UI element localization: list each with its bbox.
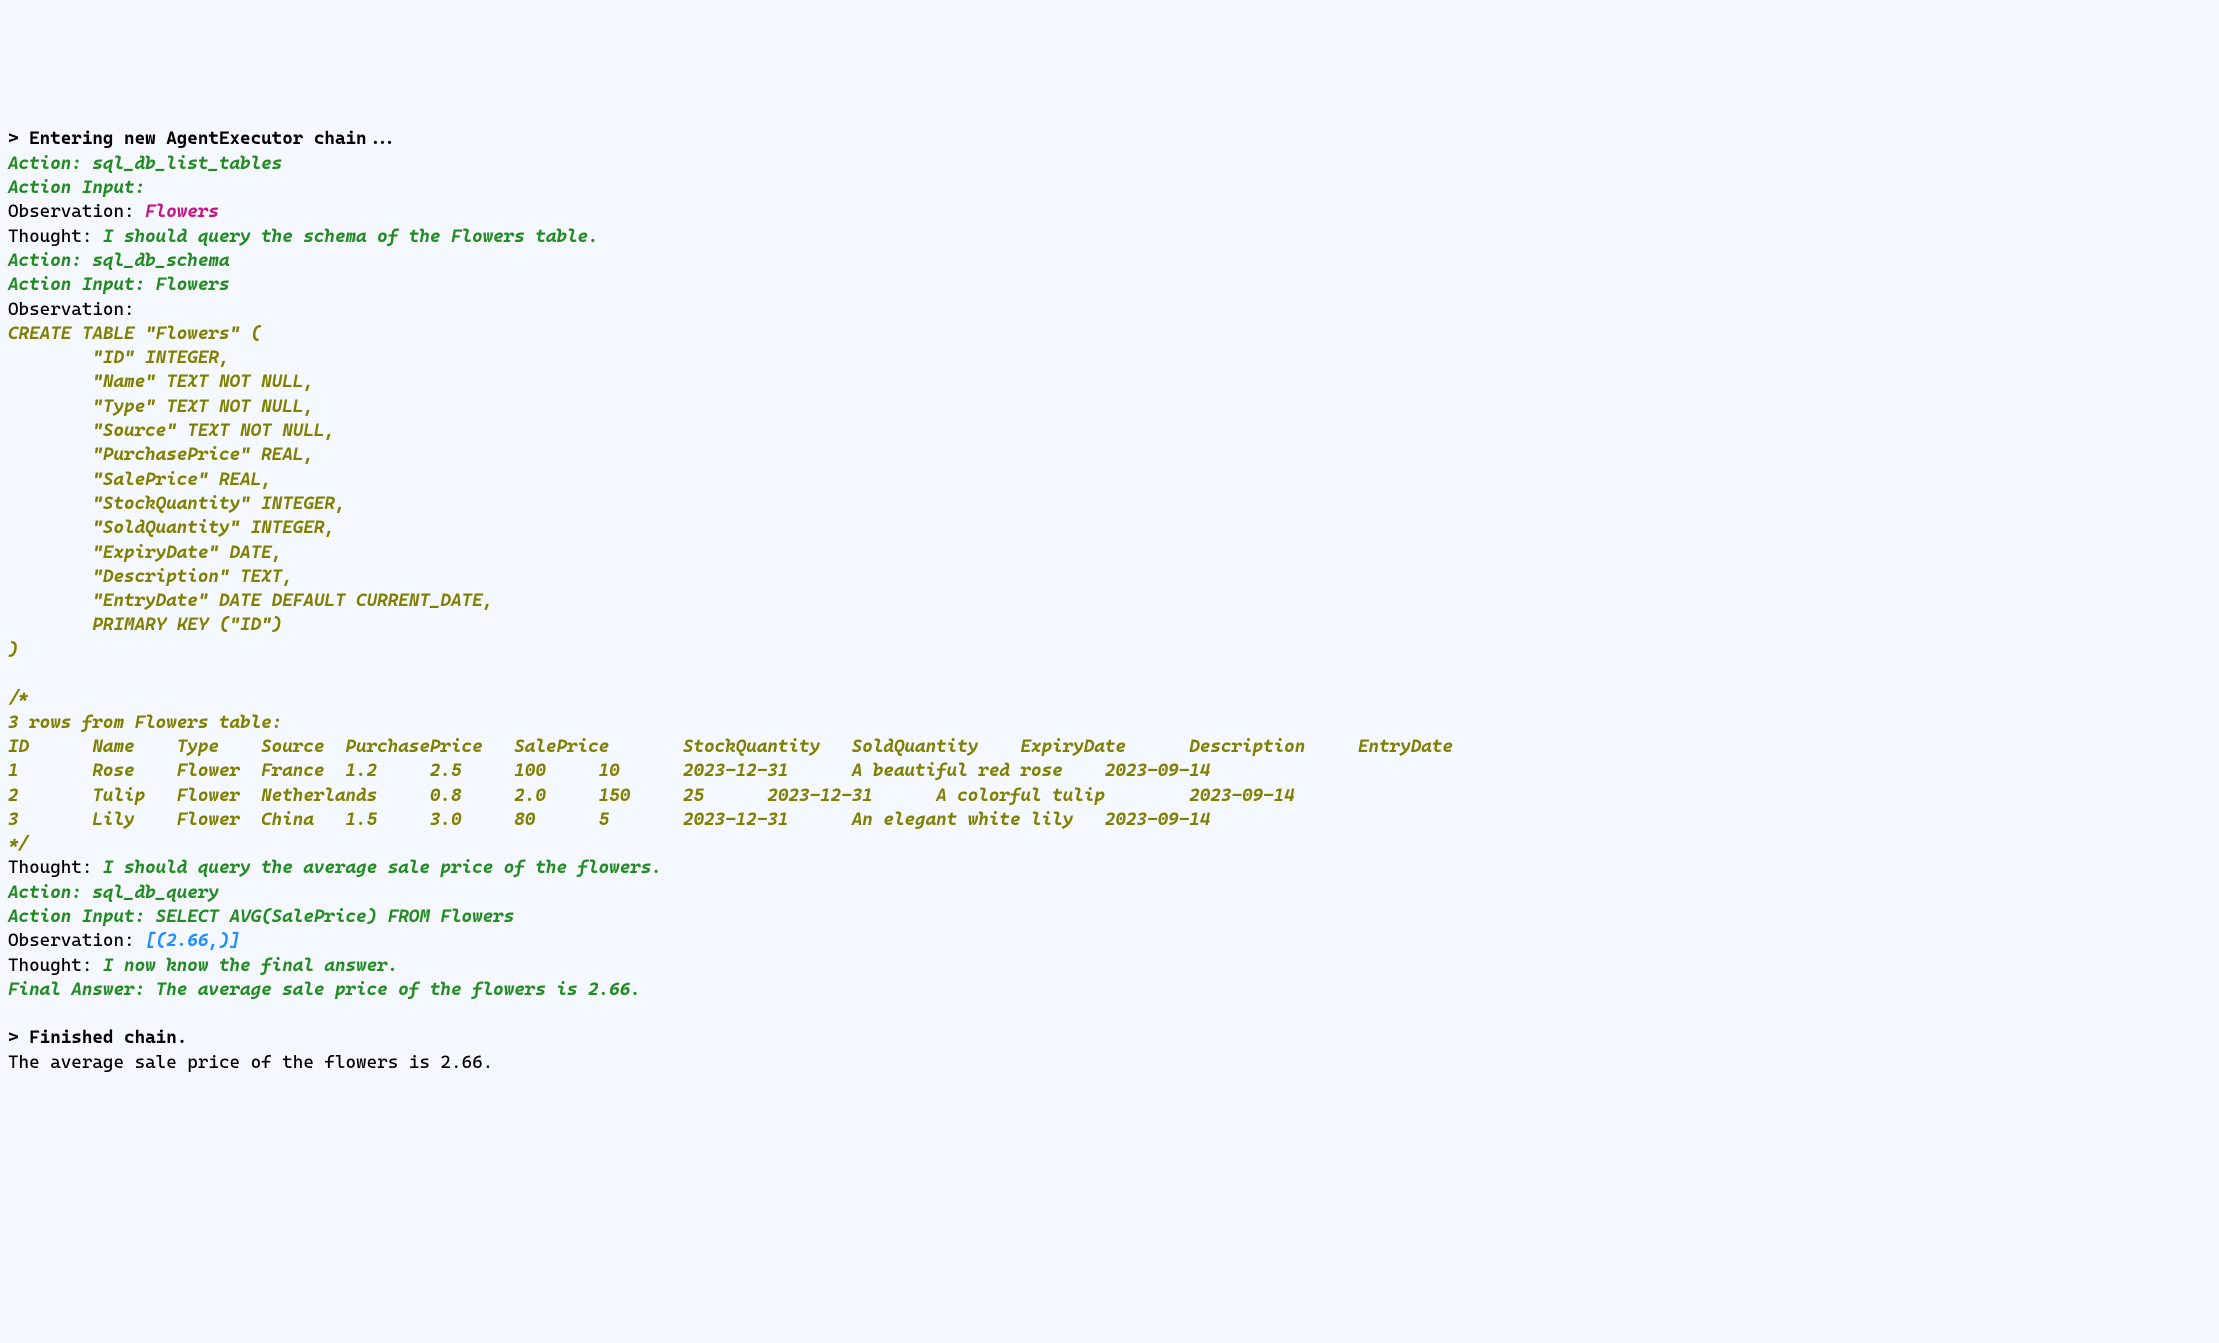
comment-open: /*	[8, 687, 29, 708]
schema-line: "PurchasePrice" REAL,	[8, 444, 324, 465]
action-label: Action:	[8, 250, 92, 271]
schema-line: "Description" TEXT,	[8, 566, 303, 587]
table-row: 2 Tulip Flower Netherlands 0.8 2.0 150 2…	[8, 785, 1295, 806]
terminal-output: > Entering new AgentExecutor chain... Ac…	[8, 103, 2211, 1075]
schema-line: "Name" TEXT NOT NULL,	[8, 371, 324, 392]
thought-value: I now know the final answer.	[103, 955, 398, 976]
thought-label: Thought:	[8, 857, 103, 878]
schema-line: )	[8, 639, 19, 660]
action-label: Action:	[8, 882, 92, 903]
rows-header: 3 rows from Flowers table:	[8, 712, 282, 733]
schema-line: "ID" INTEGER,	[8, 347, 240, 368]
observation-label: Observation:	[8, 201, 145, 222]
schema-line: "ExpiryDate" DATE,	[8, 542, 293, 563]
observation-label: Observation:	[8, 299, 145, 320]
action-value: sql_db_query	[92, 882, 219, 903]
observation-label: Observation:	[8, 930, 145, 951]
schema-line: CREATE TABLE "Flowers" (	[8, 323, 261, 344]
comment-close: */	[8, 833, 29, 854]
table-row: 1 Rose Flower France 1.2 2.5 100 10 2023…	[8, 760, 1210, 781]
action-input-label: Action Input:	[8, 177, 156, 198]
schema-line: "Type" TEXT NOT NULL,	[8, 396, 324, 417]
table-columns: ID Name Type Source PurchasePrice SalePr…	[8, 736, 1453, 757]
schema-line: PRIMARY KEY ("ID")	[8, 614, 282, 635]
table-row: 3 Lily Flower China 1.5 3.0 80 5 2023-12…	[8, 809, 1210, 830]
schema-line: "Source" TEXT NOT NULL,	[8, 420, 346, 441]
action-value: sql_db_schema	[92, 250, 229, 271]
thought-value: I should query the average sale price of…	[103, 857, 662, 878]
observation-value: [(2.66,)]	[145, 930, 240, 951]
schema-line: "SoldQuantity" INTEGER,	[8, 517, 346, 538]
action-input-value: Flowers	[156, 274, 230, 295]
final-result: The average sale price of the flowers is…	[8, 1052, 493, 1073]
action-input-label: Action Input:	[8, 274, 156, 295]
schema-line: "SalePrice" REAL,	[8, 469, 282, 490]
chain-header: > Entering new AgentExecutor chain...	[8, 128, 398, 149]
action-value: sql_db_list_tables	[92, 153, 282, 174]
thought-label: Thought:	[8, 955, 103, 976]
final-answer-value: The average sale price of the flowers is…	[156, 979, 641, 1000]
schema-line: "EntryDate" DATE DEFAULT CURRENT_DATE,	[8, 590, 504, 611]
thought-value: I should query the schema of the Flowers…	[103, 226, 599, 247]
thought-label: Thought:	[8, 226, 103, 247]
observation-value: Flowers	[145, 201, 219, 222]
final-answer-label: Final Answer:	[8, 979, 156, 1000]
action-input-label: Action Input:	[8, 906, 156, 927]
action-input-value: SELECT AVG(SalePrice) FROM Flowers	[156, 906, 515, 927]
finished-chain: > Finished chain.	[8, 1027, 187, 1048]
action-label: Action:	[8, 153, 92, 174]
schema-line: "StockQuantity" INTEGER,	[8, 493, 356, 514]
